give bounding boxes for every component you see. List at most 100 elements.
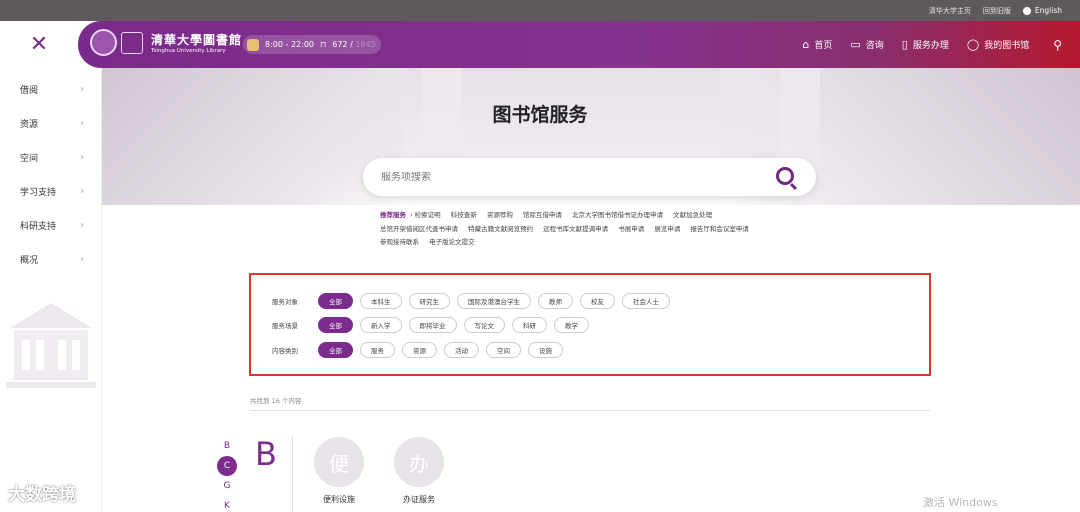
recommended-link[interactable]: 电子版论文提交: [429, 238, 475, 246]
filter-chip[interactable]: 校友: [580, 293, 615, 309]
filter-chip[interactable]: 全部: [318, 342, 353, 358]
recommended-link[interactable]: 报告厅和会议室申请: [690, 225, 749, 233]
filter-chip[interactable]: 写论文: [463, 317, 505, 333]
menu-item-overview[interactable]: 概况 ›: [0, 242, 102, 276]
nav-label: 服务办理: [912, 41, 949, 51]
alpha-index-item[interactable]: B: [217, 436, 237, 456]
filter-chip[interactable]: 活动: [444, 342, 479, 358]
menu-label: 空间: [20, 153, 39, 164]
section-divider: [292, 436, 293, 512]
recommended-link[interactable]: 文献加急处理: [673, 211, 712, 219]
filter-chip[interactable]: 全部: [318, 293, 353, 309]
seats-used: 672: [332, 40, 348, 49]
recommended-link[interactable]: 科技查新: [451, 211, 477, 219]
recommended-link[interactable]: 资源荐购: [487, 211, 513, 219]
nav-consult[interactable]: ▭ 咨询: [850, 38, 883, 51]
filter-chip[interactable]: 科研: [512, 317, 547, 333]
chevron-right-icon: ›: [80, 219, 84, 231]
lock-icon: [247, 38, 259, 51]
menu-item-research-support[interactable]: 科研支持 ›: [0, 208, 102, 242]
library-status: 8:00 - 22:00 ⊓ 672 / 1845: [243, 35, 381, 54]
chevron-right-icon: ›: [80, 185, 84, 197]
recommended-link[interactable]: 馆际互借申请: [523, 211, 562, 219]
chevron-right-icon: ›: [80, 83, 84, 95]
filter-chip[interactable]: 空间: [486, 342, 521, 358]
menu-label: 学习支持: [20, 187, 57, 198]
recommended-label: 推荐服务: [380, 211, 406, 219]
seat-icon: ⊓: [320, 40, 327, 49]
divider: [250, 410, 930, 411]
recommended-link[interactable]: 总馆开架借阅区代查书申请: [380, 225, 458, 233]
header-bar: 清華大學圖書館 Tsinghua University Library 8:00…: [78, 21, 1080, 68]
search-icon[interactable]: ⚲: [1053, 38, 1062, 52]
service-label: 便利设施: [323, 495, 355, 504]
filter-chip[interactable]: 服务: [360, 342, 395, 358]
filter-chip[interactable]: 即将毕业: [408, 317, 457, 333]
top-links: 清华大学主页 回到旧版 English: [929, 0, 1062, 21]
top-strip: 清华大学主页 回到旧版 English: [0, 0, 1080, 21]
filter-chip[interactable]: 全部: [318, 317, 353, 333]
result-count: 共找到 16 个内容: [250, 397, 302, 405]
alpha-index-item-current[interactable]: C: [217, 456, 237, 476]
service-card-card-services[interactable]: 办 办证服务: [389, 437, 449, 505]
menu-item-space[interactable]: 空间 ›: [0, 140, 102, 174]
seat-count: 672 / 1845: [332, 40, 375, 49]
recommended-link[interactable]: 展览申请: [654, 225, 680, 233]
logo-text-en: Tsinghua University Library: [151, 48, 226, 54]
recommended-link[interactable]: 特藏古籍文献阅览预约: [468, 225, 533, 233]
library-logo[interactable]: 清華大學圖書館 Tsinghua University Library: [90, 29, 242, 56]
logo-text-cn: 清華大學圖書館: [151, 33, 243, 47]
chevron-right-icon: ›: [80, 151, 84, 163]
recommended-link[interactable]: 北京大学图书馆借书证办理申请: [572, 211, 663, 219]
close-icon[interactable]: ✕: [0, 21, 78, 68]
language-label: English: [1034, 6, 1062, 15]
filter-chip[interactable]: 教师: [538, 293, 573, 309]
service-search: [363, 158, 816, 196]
university-seal-icon: [90, 29, 117, 56]
hero-decoration: [102, 68, 402, 205]
logo-text: 清華大學圖書館 Tsinghua University Library: [151, 31, 242, 54]
nav-label: 咨询: [865, 41, 884, 51]
search-button-icon[interactable]: [776, 167, 794, 185]
nav-my-library[interactable]: ◯ 我的图书馆: [967, 38, 1029, 51]
recommended-link[interactable]: 远程书库文献提调申请: [543, 225, 608, 233]
recommended-link[interactable]: 书展申请: [618, 225, 644, 233]
top-link-old-version[interactable]: 回到旧版: [983, 6, 1011, 16]
corner-watermark-logo: 大数跨境: [8, 485, 76, 505]
recommended-link[interactable]: 参观接待联系: [380, 238, 419, 246]
filter-panel: 服务对象 全部 本科生 研究生 国际及港澳台学生 教师 校友 社会人士 服务场景…: [249, 273, 931, 376]
alpha-index-item[interactable]: K: [217, 496, 237, 512]
seats-total: 1845: [355, 40, 376, 49]
recommended-link[interactable]: 检索证明: [415, 211, 441, 219]
arrow-icon: ›: [410, 211, 415, 219]
main-nav: ⌂ 首页 ▭ 咨询 ▯ 服务办理 ◯ 我的图书馆 ⚲: [802, 21, 1062, 68]
menu-item-study-support[interactable]: 学习支持 ›: [0, 174, 102, 208]
user-icon: ◯: [966, 38, 980, 51]
filter-chip[interactable]: 社会人士: [622, 293, 670, 309]
filter-chip[interactable]: 教学: [554, 317, 589, 333]
windows-activation-watermark: 激活 Windows: [923, 496, 998, 509]
filter-chip[interactable]: 新入学: [360, 317, 402, 333]
filter-label: 服务对象: [272, 298, 298, 306]
filter-row-scenario: 服务场景 全部 新入学 即将毕业 写论文 科研 教学: [272, 317, 596, 333]
filter-chip[interactable]: 国际及港澳台学生: [457, 293, 531, 309]
service-label: 办证服务: [403, 495, 435, 504]
chevron-right-icon: ›: [80, 253, 84, 265]
filter-chip[interactable]: 本科生: [360, 293, 402, 309]
card-service-icon: 办: [394, 437, 444, 487]
globe-icon: [1022, 6, 1031, 15]
filter-label: 内容类别: [272, 347, 298, 355]
top-link-home[interactable]: 清华大学主页: [929, 6, 971, 16]
filter-chip[interactable]: 资源: [402, 342, 437, 358]
filter-chip[interactable]: 设施: [528, 342, 563, 358]
search-input[interactable]: [381, 171, 761, 183]
nav-services[interactable]: ▯ 服务办理: [902, 38, 949, 51]
book-icon: ▯: [901, 38, 908, 51]
nav-home[interactable]: ⌂ 首页: [802, 38, 832, 51]
filter-chip[interactable]: 研究生: [408, 293, 450, 309]
alpha-index-item[interactable]: G: [217, 476, 237, 496]
service-card-convenience[interactable]: 便 便利设施: [309, 437, 369, 505]
seats-separator: /: [350, 40, 353, 49]
library-emblem-icon: [121, 31, 143, 54]
language-switch[interactable]: English: [1022, 6, 1062, 15]
